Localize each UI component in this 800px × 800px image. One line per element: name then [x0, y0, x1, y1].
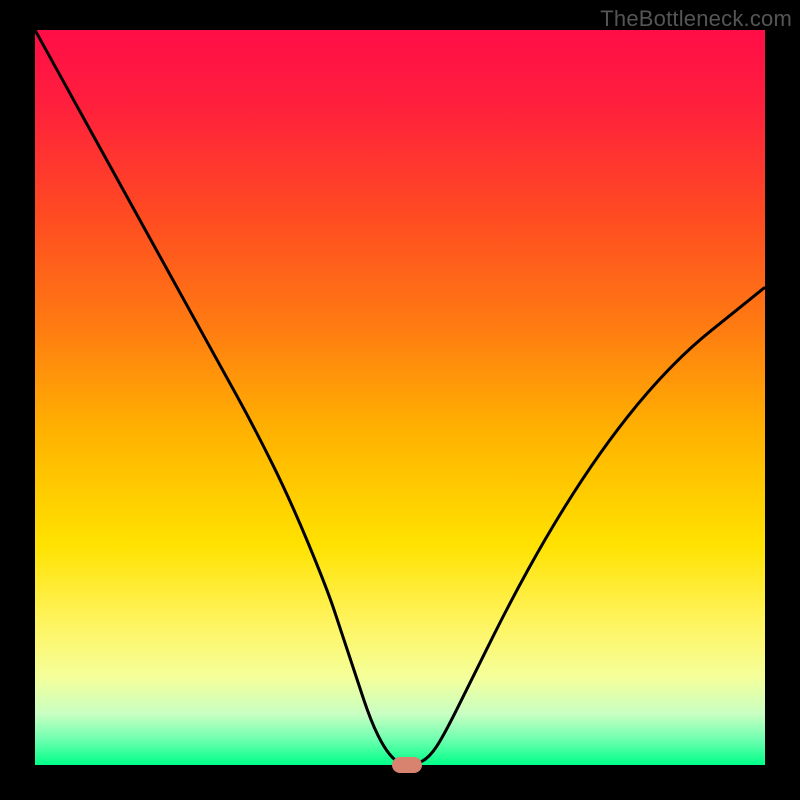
plot-area	[35, 30, 765, 765]
chart-svg	[35, 30, 765, 765]
gradient-background	[35, 30, 765, 765]
optimal-marker	[392, 757, 422, 773]
chart-frame: TheBottleneck.com	[0, 0, 800, 800]
watermark-text: TheBottleneck.com	[600, 6, 792, 32]
